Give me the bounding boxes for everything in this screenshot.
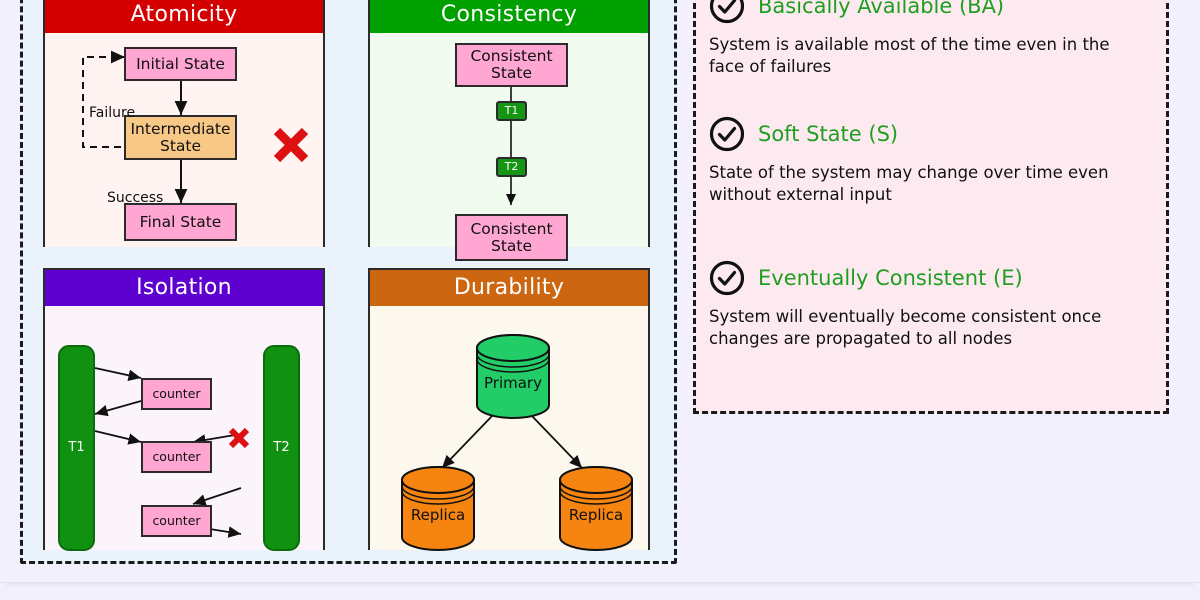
base-item-description: State of the system may change over time… [709, 163, 1109, 204]
page-canvas: Atomicity Initial State Intermediate Sta… [0, 0, 1200, 583]
panel-body-durability: Primary Replica Replica [370, 306, 648, 551]
node-transaction-t1: T1 [496, 101, 527, 121]
node-counter-1: counter [141, 378, 212, 410]
base-properties-container: Basically Available (BA) System is avail… [693, 0, 1169, 414]
node-initial-state: Initial State [124, 47, 237, 81]
node-label: Intermediate State [130, 119, 231, 155]
node-transaction-t2: T2 [496, 157, 527, 177]
base-item-basically-available: Basically Available (BA) System is avail… [696, 0, 1166, 78]
base-item-title: Eventually Consistent (E) [758, 266, 1023, 290]
panel-body-consistency: Consistent State T1 T2 Consistent State [370, 33, 648, 261]
cylinder-label: Replica [569, 506, 623, 524]
acid-properties-container: Atomicity Initial State Intermediate Sta… [20, 0, 677, 564]
panel-title-durability: Durability [370, 270, 648, 306]
base-item-header: Basically Available (BA) [696, 0, 1166, 25]
node-label: counter [152, 449, 201, 465]
node-label: T1 [504, 104, 519, 118]
panel-title-atomicity: Atomicity [45, 0, 323, 33]
cylinder-primary: Primary [476, 334, 550, 419]
panel-body-atomicity: Initial State Intermediate State Final S… [45, 33, 323, 247]
node-consistent-state-bottom: Consistent State [455, 214, 568, 261]
cylinder-replica-left: Replica [401, 466, 475, 551]
acid-panel-durability: Durability Primary Replica Replica [368, 268, 650, 551]
acid-panel-atomicity: Atomicity Initial State Intermediate Sta… [43, 0, 325, 247]
panel-title-isolation: Isolation [45, 270, 323, 306]
edge-label-failure: Failure [89, 105, 136, 121]
node-label: Consistent State [470, 47, 553, 82]
node-label: counter [152, 513, 201, 529]
node-label: Consistent State [470, 219, 553, 255]
page-bottom-shadow [6, 583, 1194, 588]
durability-connectors [441, 415, 583, 469]
cylinder-label: Primary [484, 374, 542, 392]
base-item-title: Soft State (S) [758, 122, 899, 146]
base-item-header: Soft State (S) [696, 115, 1166, 153]
panel-title-consistency: Consistency [370, 0, 648, 33]
check-circle-icon [709, 0, 745, 24]
red-x-icon [228, 427, 250, 449]
node-transaction-t1-bar: T1 [58, 345, 95, 551]
node-counter-2: counter [141, 441, 212, 473]
node-label: T2 [504, 160, 519, 174]
base-item-eventually-consistent: Eventually Consistent (E) System will ev… [696, 259, 1166, 350]
edge-label-success: Success [107, 190, 164, 206]
base-item-soft-state: Soft State (S) State of the system may c… [696, 115, 1166, 206]
node-label: counter [152, 386, 201, 402]
base-item-description: System is available most of the time eve… [709, 35, 1110, 76]
acid-panel-isolation: Isolation T1 T2 counter counter counter [43, 268, 325, 551]
cylinder-replica-right: Replica [559, 466, 633, 551]
node-label: Final State [139, 212, 222, 231]
node-counter-3: counter [141, 505, 212, 537]
red-x-icon [273, 127, 309, 163]
acid-panel-consistency: Consistency Consistent State T1 T2 Consi… [368, 0, 650, 261]
node-intermediate-state: Intermediate State [124, 115, 237, 160]
node-label: Initial State [136, 54, 225, 73]
cylinder-label: Replica [411, 506, 465, 524]
base-item-description: System will eventually become consistent… [709, 307, 1102, 348]
panel-body-isolation: T1 T2 counter counter counter [45, 306, 323, 551]
base-item-title: Basically Available (BA) [758, 0, 1005, 18]
node-label: T1 [68, 439, 85, 455]
node-label: T2 [273, 439, 290, 455]
node-final-state: Final State [124, 203, 237, 241]
check-circle-icon [709, 116, 745, 152]
node-consistent-state-top: Consistent State [455, 43, 568, 87]
node-transaction-t2-bar: T2 [263, 345, 300, 551]
check-circle-icon [709, 260, 745, 296]
base-item-header: Eventually Consistent (E) [696, 259, 1166, 297]
